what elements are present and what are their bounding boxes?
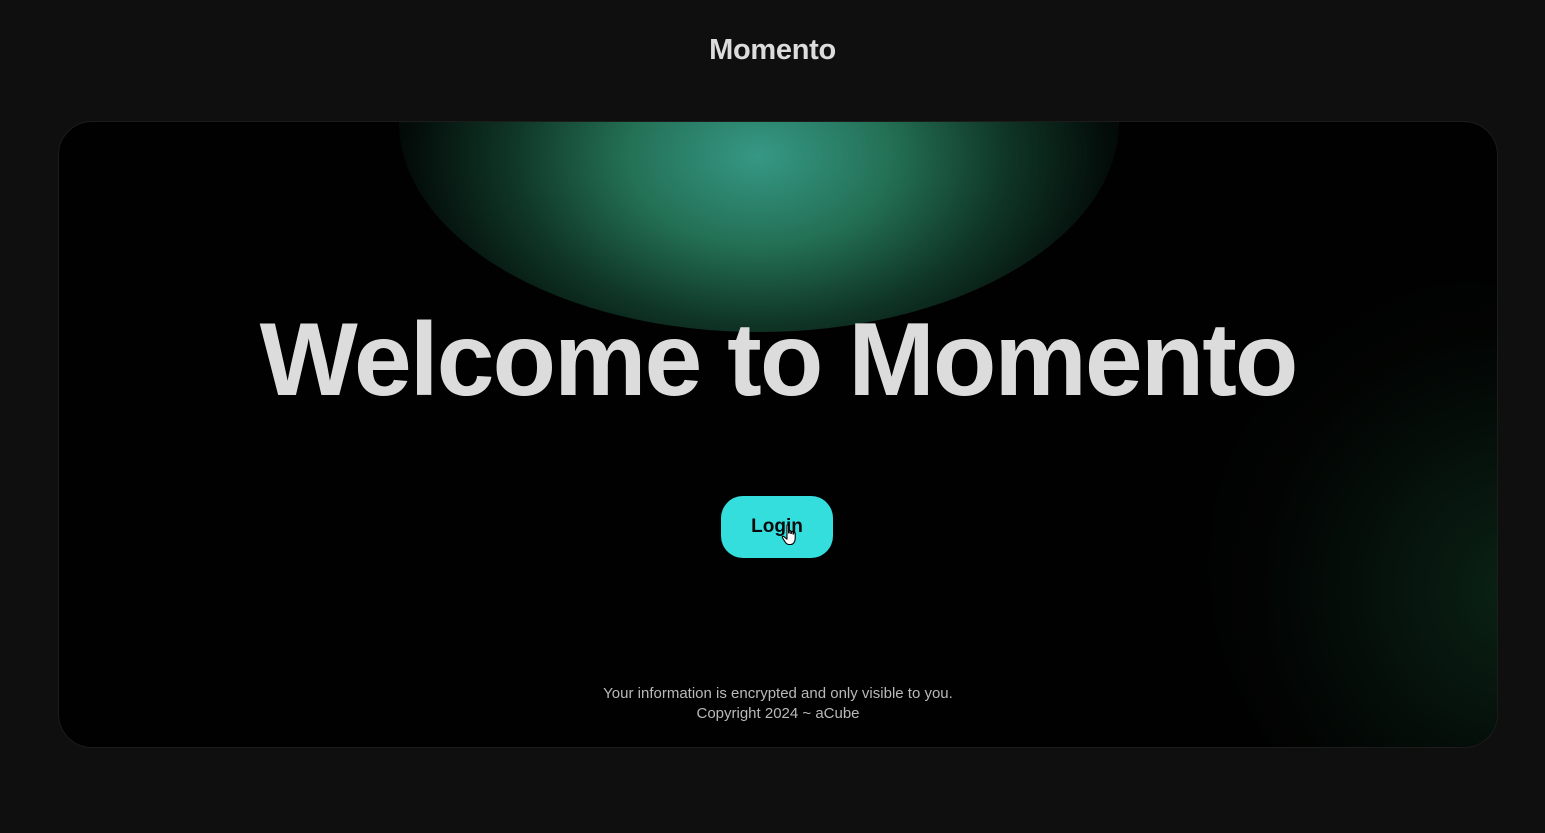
welcome-headline: Welcome to Momento xyxy=(259,302,1299,418)
app-title: Momento xyxy=(709,34,836,66)
privacy-note: Your information is encrypted and only v… xyxy=(603,685,953,702)
hero-card: Welcome to Momento Login Your informatio… xyxy=(58,121,1498,748)
landing-page: Momento Welcome to Momento Login Your in… xyxy=(0,0,1545,833)
hand-pointer-icon xyxy=(781,524,796,546)
top-glow-decoration xyxy=(399,122,1119,332)
footer: Your information is encrypted and only v… xyxy=(59,684,1497,724)
login-button[interactable]: Login xyxy=(721,496,833,558)
copyright-text: Copyright 2024 ~ aCube xyxy=(696,705,860,722)
